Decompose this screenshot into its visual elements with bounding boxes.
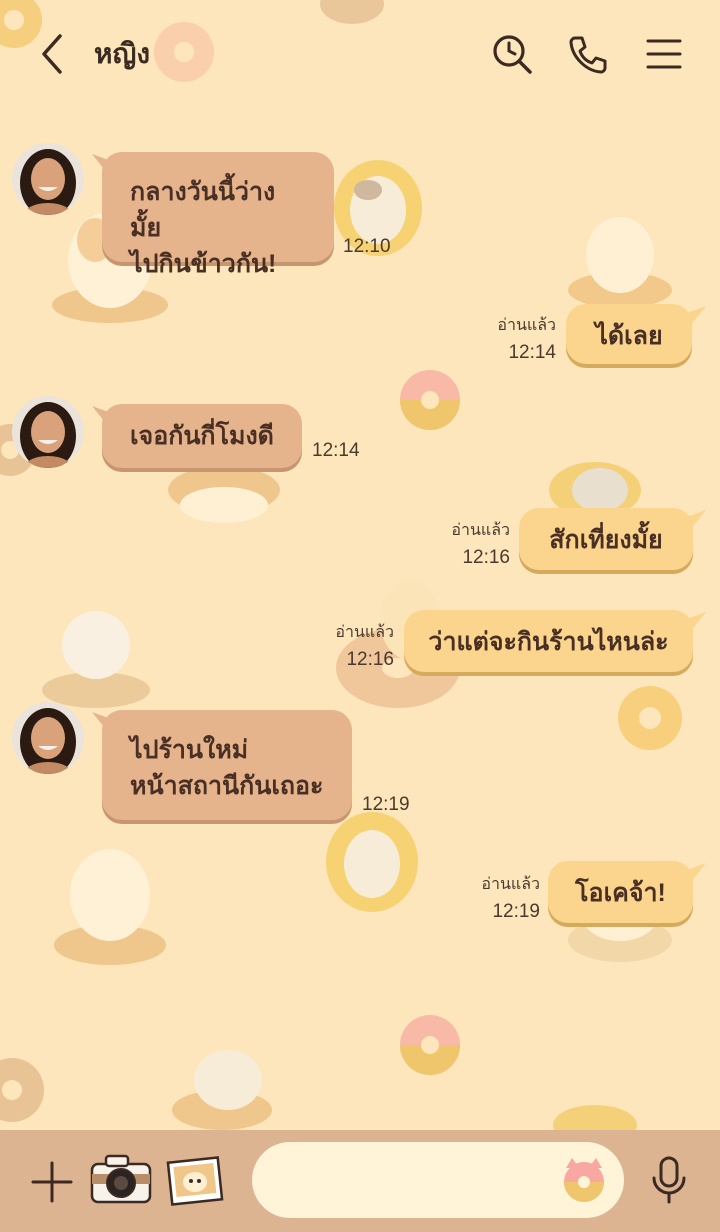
read-receipt: อ่านแล้ว (481, 876, 540, 893)
contact-avatar[interactable] (12, 143, 84, 215)
message-bubble-outgoing[interactable]: ว่าแต่จะกินร้านไหนล่ะ (404, 610, 693, 672)
message-bubble-incoming[interactable]: ไปร้านใหม่ หน้าสถานีกันเถอะ (102, 710, 352, 820)
back-chevron-icon[interactable] (34, 30, 74, 78)
bubble-tail (684, 510, 706, 530)
message-text: ได้เลย (595, 322, 663, 350)
message-text-line: ไปร้านใหม่ (130, 736, 249, 764)
microphone-icon[interactable] (648, 1154, 690, 1208)
menu-icon[interactable] (642, 32, 686, 76)
avatar-portrait (12, 702, 84, 774)
avatar-portrait (12, 396, 84, 468)
chat-header: หญิง (0, 0, 720, 110)
bubble-tail (684, 306, 706, 326)
message-bubble-outgoing[interactable]: สักเที่ยงมั้ย (519, 508, 693, 570)
sticker-icon[interactable] (560, 1156, 608, 1204)
contact-name[interactable]: หญิง (94, 32, 150, 76)
message-meta: อ่านแล้ว 12:14 (480, 313, 556, 364)
message-meta: อ่านแล้ว 12:16 (318, 620, 394, 671)
bubble-tail (684, 612, 706, 632)
message-text-line: หน้าสถานีกันเถอะ (130, 772, 324, 800)
read-receipt: อ่านแล้ว (335, 624, 394, 641)
photo-icon[interactable] (164, 1154, 226, 1208)
message-time: 12:19 (492, 901, 540, 922)
message-time: 12:16 (462, 547, 510, 568)
message-text-line: กลางวันนี้ว่างมั้ย (130, 178, 276, 242)
message-bubble-outgoing[interactable]: โอเคจ้า! (548, 861, 693, 923)
bubble-tail (684, 863, 706, 883)
message-text-line: เจอกันกี่โมงดี (130, 422, 274, 450)
avatar-portrait (12, 143, 84, 215)
message-meta: อ่านแล้ว 12:16 (432, 518, 510, 569)
message-bubble-incoming[interactable]: กลางวันนี้ว่างมั้ย ไปกินข้าวกัน! (102, 152, 334, 278)
message-time: 12:14 (312, 440, 360, 461)
contact-avatar[interactable] (12, 702, 84, 774)
message-time: 12:10 (343, 236, 391, 257)
phone-icon[interactable] (566, 32, 610, 76)
message-bubble-incoming[interactable]: เจอกันกี่โมงดี (102, 404, 302, 468)
message-meta: อ่านแล้ว 12:19 (462, 872, 540, 923)
message-text: ว่าแต่จะกินร้านไหนล่ะ (428, 628, 669, 656)
message-text: สักเที่ยงมั้ย (549, 526, 663, 554)
message-text: โอเคจ้า! (575, 879, 666, 907)
plus-icon[interactable] (28, 1158, 76, 1206)
message-bubble-outgoing[interactable]: ได้เลย (566, 304, 692, 364)
search-history-icon[interactable] (490, 32, 534, 76)
read-receipt: อ่านแล้ว (451, 522, 510, 539)
message-time: 12:16 (346, 649, 394, 670)
message-time: 12:19 (362, 794, 410, 815)
camera-icon[interactable] (88, 1150, 154, 1208)
message-time: 12:14 (508, 342, 556, 363)
message-text-line: ไปกินข้าวกัน! (130, 250, 277, 278)
read-receipt: อ่านแล้ว (497, 317, 556, 334)
contact-avatar[interactable] (12, 396, 84, 468)
